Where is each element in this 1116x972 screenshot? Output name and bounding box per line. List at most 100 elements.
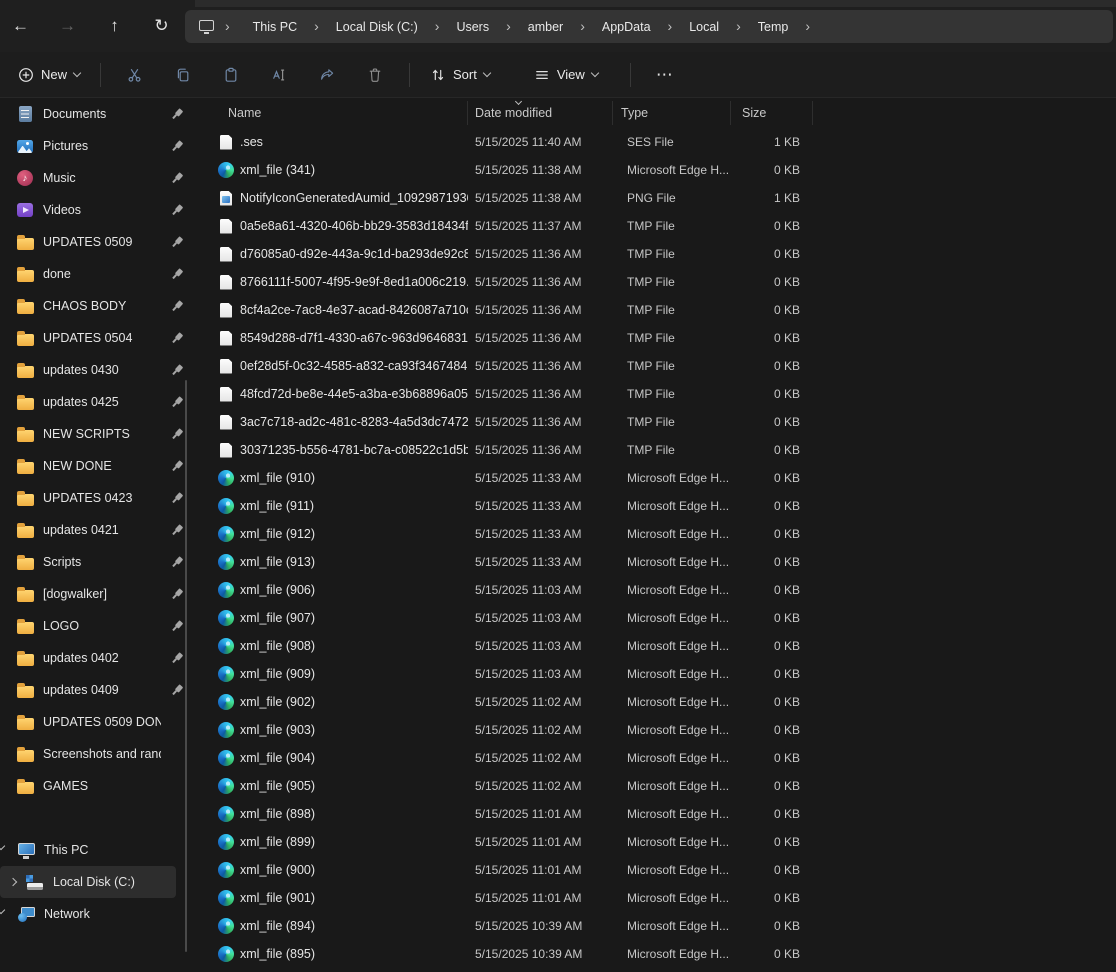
- file-type: TMP File: [613, 359, 731, 373]
- sidebar-item-updates-0509[interactable]: UPDATES 0509: [0, 226, 196, 258]
- file-row[interactable]: xml_file (904) 5/15/2025 11:02 AM Micros…: [196, 744, 1116, 772]
- sort-button[interactable]: Sort: [420, 58, 500, 92]
- file-row[interactable]: 3ac7c718-ad2c-481c-8283-4a5d3dc74724... …: [196, 408, 1116, 436]
- column-header-size[interactable]: Size: [731, 101, 813, 125]
- sidebar-item-screenshots-and-random-f[interactable]: Screenshots and random f: [0, 738, 196, 770]
- sidebar-scrollbar[interactable]: [185, 380, 187, 952]
- sidebar-item-logo[interactable]: LOGO: [0, 610, 196, 642]
- file-row[interactable]: xml_file (895) 5/15/2025 10:39 AM Micros…: [196, 940, 1116, 968]
- file-row[interactable]: xml_file (907) 5/15/2025 11:03 AM Micros…: [196, 604, 1116, 632]
- file-row[interactable]: xml_file (898) 5/15/2025 11:01 AM Micros…: [196, 800, 1116, 828]
- file-row[interactable]: xml_file (906) 5/15/2025 11:03 AM Micros…: [196, 576, 1116, 604]
- chevron-right-icon[interactable]: [9, 878, 17, 886]
- file-row[interactable]: 8549d288-d7f1-4330-a67c-963d96468314....…: [196, 324, 1116, 352]
- file-row[interactable]: xml_file (901) 5/15/2025 11:01 AM Micros…: [196, 884, 1116, 912]
- file-date-modified: 5/15/2025 11:02 AM: [468, 695, 613, 709]
- sidebar-item-games[interactable]: GAMES: [0, 770, 196, 802]
- network-icon: [17, 906, 35, 923]
- sidebar-item-new-scripts[interactable]: NEW SCRIPTS: [0, 418, 196, 450]
- file-name: .ses: [240, 135, 263, 149]
- sidebar-item-dogwalker[interactable]: [dogwalker]: [0, 578, 196, 610]
- sidebar-item-scripts[interactable]: Scripts: [0, 546, 196, 578]
- file-row[interactable]: NotifyIconGeneratedAumid_10929871936... …: [196, 184, 1116, 212]
- file-row[interactable]: xml_file (903) 5/15/2025 11:02 AM Micros…: [196, 716, 1116, 744]
- pin-icon: [167, 200, 187, 220]
- chevron-down-icon[interactable]: [0, 906, 5, 914]
- edge-icon: [218, 666, 234, 682]
- sidebar-item-pictures[interactable]: Pictures: [0, 130, 196, 162]
- column-header-type[interactable]: Type: [613, 101, 731, 125]
- refresh-button[interactable]: ↻: [145, 9, 178, 42]
- file-row[interactable]: xml_file (894) 5/15/2025 10:39 AM Micros…: [196, 912, 1116, 940]
- file-date-modified: 5/15/2025 11:36 AM: [468, 443, 613, 457]
- sidebar-item-local-disk-c[interactable]: Local Disk (C:): [0, 866, 176, 898]
- file-row[interactable]: xml_file (899) 5/15/2025 11:01 AM Micros…: [196, 828, 1116, 856]
- sidebar-item-updates-0425[interactable]: updates 0425: [0, 386, 196, 418]
- paste-button[interactable]: [211, 58, 251, 92]
- file-row[interactable]: 0ef28d5f-0c32-4585-a832-ca93f3467484.t..…: [196, 352, 1116, 380]
- file-size: 0 KB: [731, 695, 813, 709]
- back-button[interactable]: ←: [4, 9, 37, 42]
- file-row[interactable]: xml_file (905) 5/15/2025 11:02 AM Micros…: [196, 772, 1116, 800]
- file-name: 8766111f-5007-4f95-9e9f-8ed1a006c219.t..…: [240, 275, 468, 289]
- sidebar-item-updates-0421[interactable]: updates 0421: [0, 514, 196, 546]
- column-header-date-modified[interactable]: Date modified: [468, 101, 613, 125]
- file-row[interactable]: xml_file (900) 5/15/2025 11:01 AM Micros…: [196, 856, 1116, 884]
- file-type: Microsoft Edge H...: [613, 499, 731, 513]
- file-date-modified: 5/15/2025 11:36 AM: [468, 387, 613, 401]
- sidebar-item-music[interactable]: ♪ Music: [0, 162, 196, 194]
- file-date-modified: 5/15/2025 10:39 AM: [468, 947, 613, 961]
- sidebar-item-updates-0409[interactable]: updates 0409: [0, 674, 196, 706]
- file-row[interactable]: xml_file (908) 5/15/2025 11:03 AM Micros…: [196, 632, 1116, 660]
- file-size: 0 KB: [731, 387, 813, 401]
- file-type: TMP File: [613, 415, 731, 429]
- view-button[interactable]: View: [524, 58, 608, 92]
- column-header-name[interactable]: Name: [196, 101, 468, 125]
- sidebar-item-done[interactable]: done: [0, 258, 196, 290]
- folder-icon: [16, 426, 34, 443]
- sidebar-item-this-pc[interactable]: This PC: [0, 834, 196, 866]
- file-row[interactable]: 48fcd72d-be8e-44e5-a3ba-e3b68896a059... …: [196, 380, 1116, 408]
- cut-button[interactable]: [115, 58, 155, 92]
- file-size: 0 KB: [731, 835, 813, 849]
- sidebar-item-updates-0430[interactable]: updates 0430: [0, 354, 196, 386]
- file-row[interactable]: 0a5e8a61-4320-406b-bb29-3583d18434f7....…: [196, 212, 1116, 240]
- forward-button[interactable]: →: [51, 9, 84, 42]
- file-row[interactable]: xml_file (911) 5/15/2025 11:33 AM Micros…: [196, 492, 1116, 520]
- share-button[interactable]: [307, 58, 347, 92]
- up-button[interactable]: ↑: [98, 9, 131, 42]
- sidebar-item-documents[interactable]: Documents: [0, 98, 196, 130]
- see-more-button[interactable]: ⋯: [645, 58, 685, 92]
- new-button[interactable]: New: [8, 58, 90, 92]
- sidebar-item-updates-0402[interactable]: updates 0402: [0, 642, 196, 674]
- rename-button[interactable]: [259, 58, 299, 92]
- sidebar-item-network[interactable]: Network: [0, 898, 196, 930]
- file-name-cell: 8549d288-d7f1-4330-a67c-963d96468314....: [196, 330, 468, 346]
- delete-button[interactable]: [355, 58, 395, 92]
- address-bar[interactable]: › This PC › Local Disk (C:) › Users › am…: [185, 10, 1113, 43]
- chevron-down-icon[interactable]: [0, 842, 5, 850]
- file-name-cell: xml_file (904): [196, 750, 468, 766]
- file-size: 0 KB: [731, 667, 813, 681]
- file-row[interactable]: xml_file (902) 5/15/2025 11:02 AM Micros…: [196, 688, 1116, 716]
- sidebar-item-videos[interactable]: Videos: [0, 194, 196, 226]
- file-row[interactable]: xml_file (910) 5/15/2025 11:33 AM Micros…: [196, 464, 1116, 492]
- sidebar-item-updates-0423[interactable]: UPDATES 0423: [0, 482, 196, 514]
- file-row[interactable]: d76085a0-d92e-443a-9c1d-ba293de92c87... …: [196, 240, 1116, 268]
- sidebar-item-chaos-body[interactable]: CHAOS BODY: [0, 290, 196, 322]
- file-row[interactable]: 8cf4a2ce-7ac8-4e37-acad-8426087a710c....…: [196, 296, 1116, 324]
- file-row[interactable]: .ses 5/15/2025 11:40 AM SES File 1 KB: [196, 128, 1116, 156]
- image-file-icon: [218, 190, 234, 206]
- file-row[interactable]: 8766111f-5007-4f95-9e9f-8ed1a006c219.t..…: [196, 268, 1116, 296]
- file-row[interactable]: xml_file (341) 5/15/2025 11:38 AM Micros…: [196, 156, 1116, 184]
- file-row[interactable]: xml_file (912) 5/15/2025 11:33 AM Micros…: [196, 520, 1116, 548]
- folder-icon: [16, 458, 34, 475]
- sidebar-item-updates-0504[interactable]: UPDATES 0504: [0, 322, 196, 354]
- file-row[interactable]: 30371235-b556-4781-bc7a-c08522c1d5b4... …: [196, 436, 1116, 464]
- file-row[interactable]: xml_file (913) 5/15/2025 11:33 AM Micros…: [196, 548, 1116, 576]
- sidebar-item-updates-0509-done[interactable]: UPDATES 0509 DONE: [0, 706, 196, 738]
- copy-button[interactable]: [163, 58, 203, 92]
- sidebar-item-new-done[interactable]: NEW DONE: [0, 450, 196, 482]
- file-type: Microsoft Edge H...: [613, 779, 731, 793]
- file-row[interactable]: xml_file (909) 5/15/2025 11:03 AM Micros…: [196, 660, 1116, 688]
